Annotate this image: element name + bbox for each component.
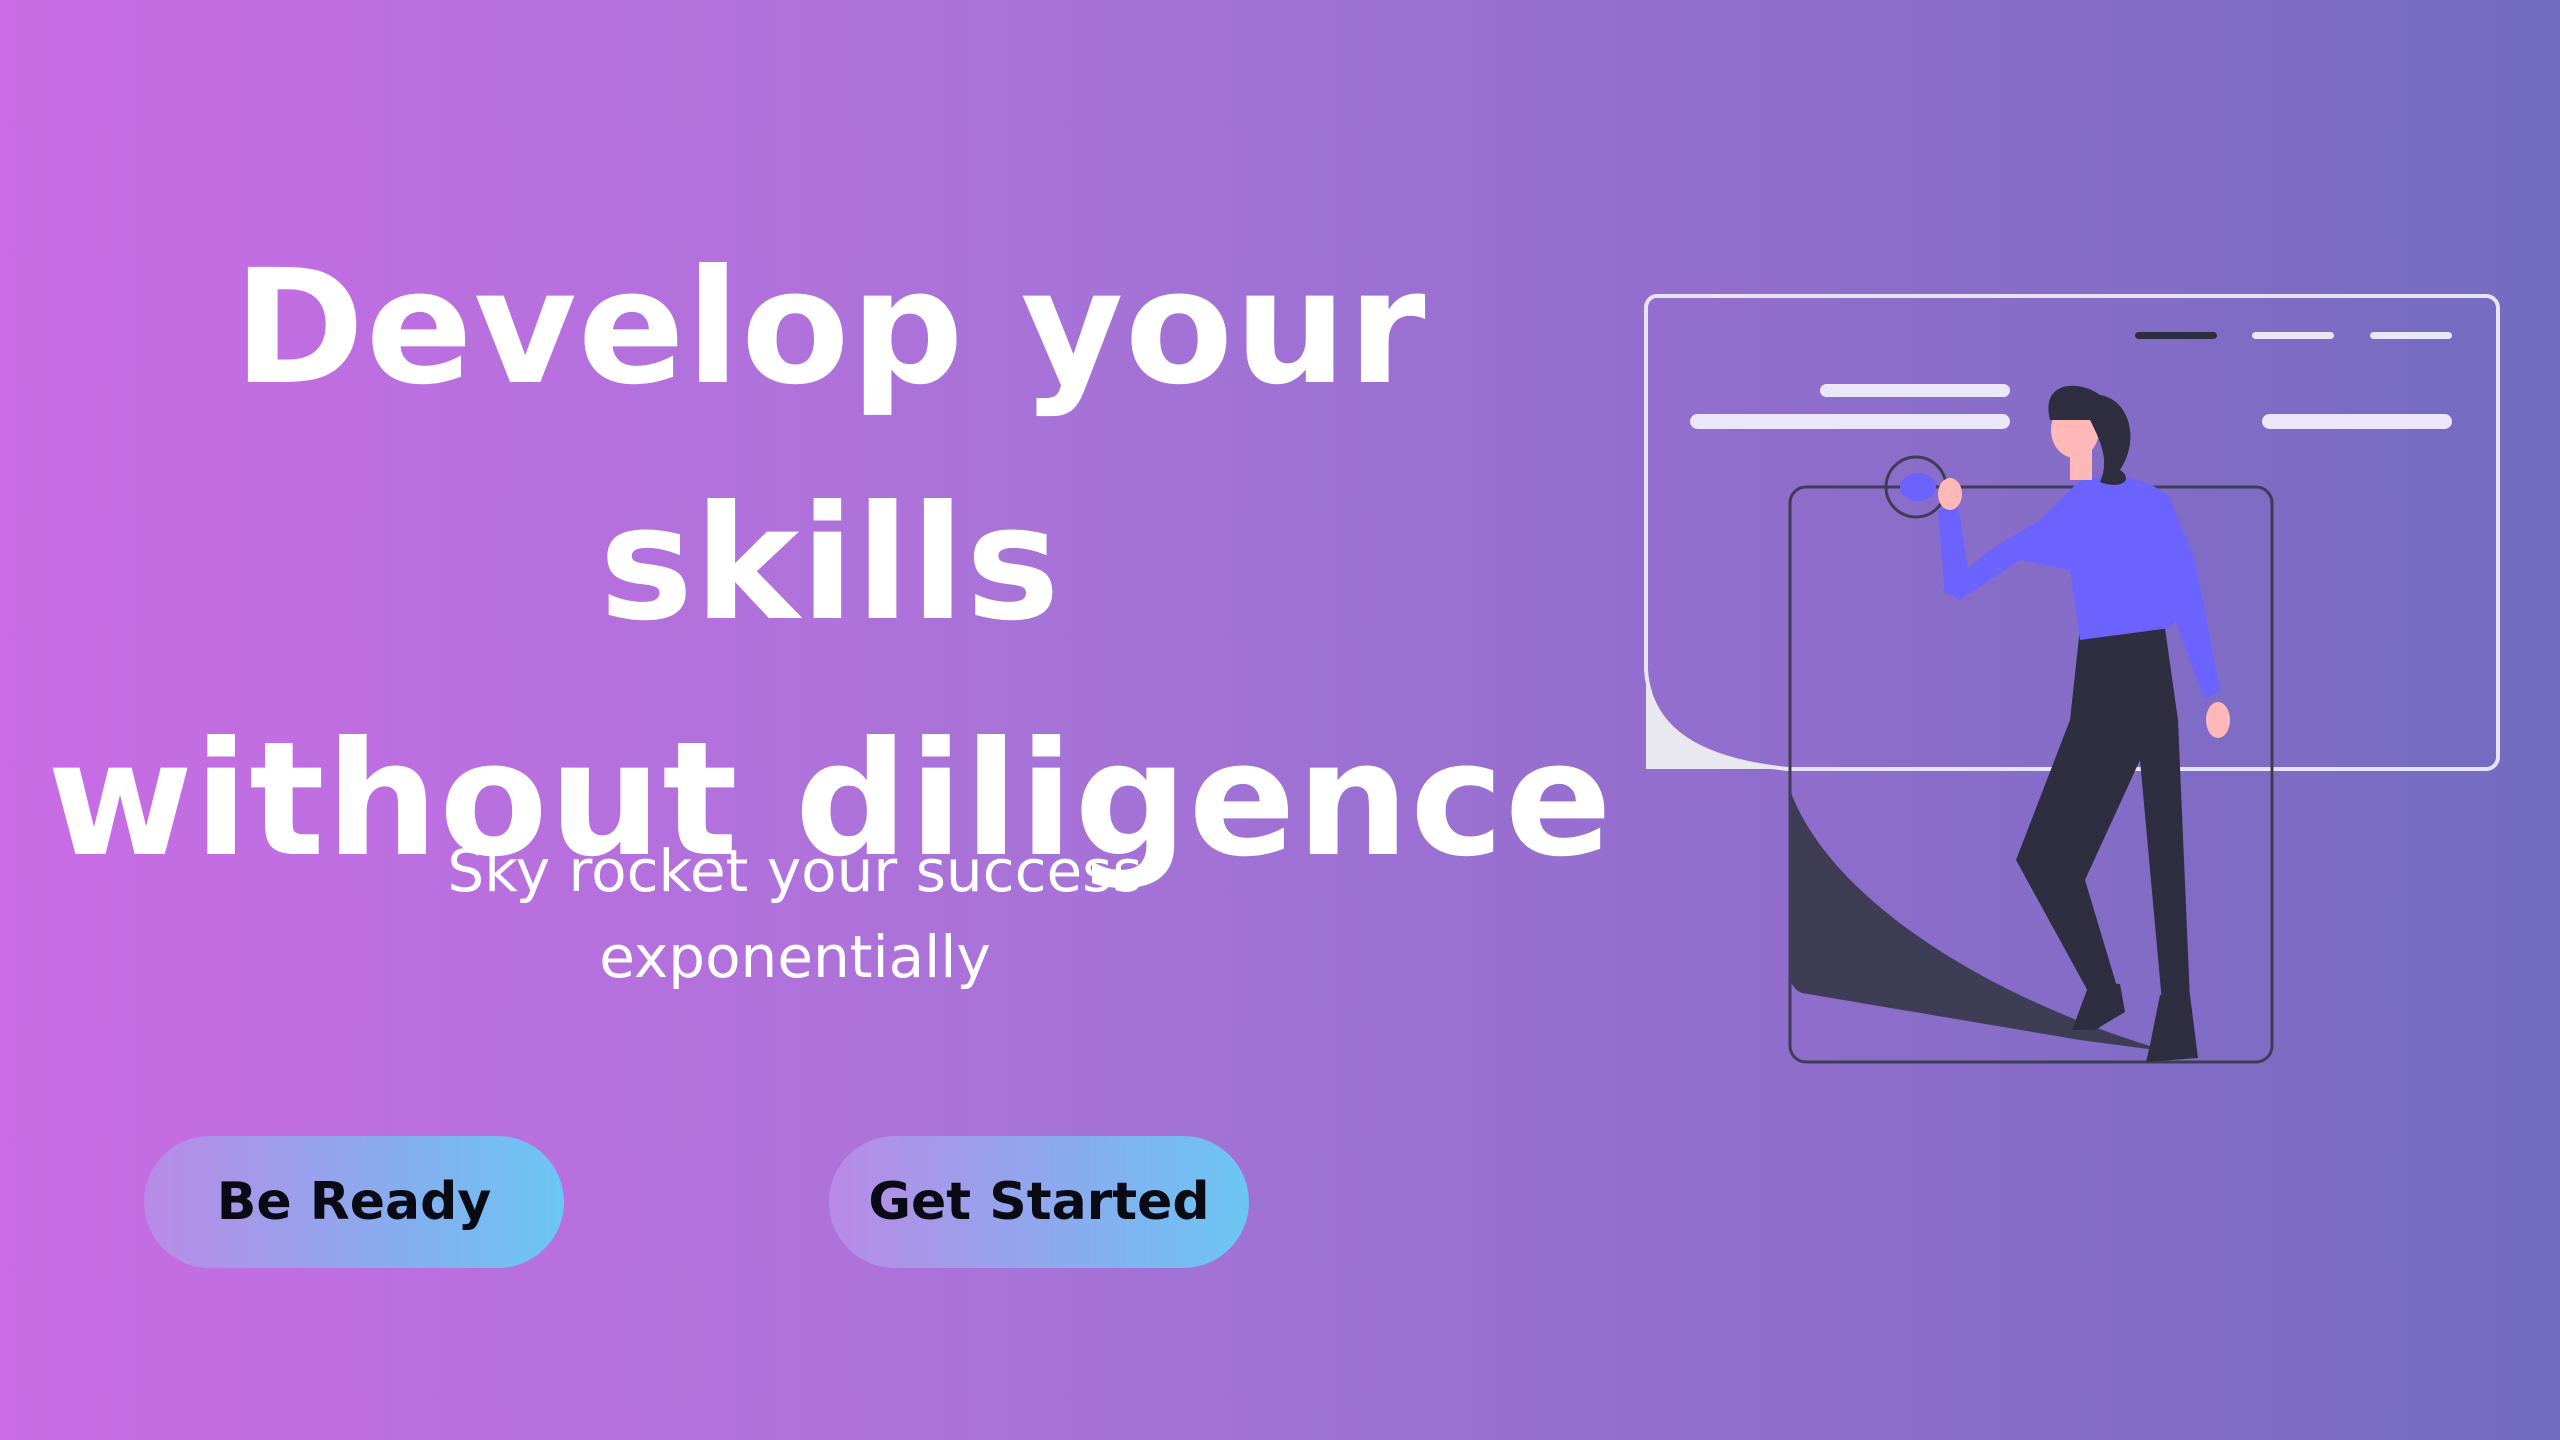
hero-subtitle: Sky rocket your success exponentially — [360, 828, 1230, 1000]
woman-pointing-at-screen-illustration — [1644, 294, 2500, 1064]
front-panel-graphic — [1788, 485, 2274, 1064]
hero-subtitle-line-1: Sky rocket your success — [447, 837, 1143, 905]
hero-subtitle-line-2: exponentially — [599, 923, 991, 991]
hero-title-line-1: Develop your skills — [233, 236, 1427, 656]
be-ready-button[interactable]: Be Ready — [144, 1136, 564, 1268]
hero-title: Develop your skills without diligence — [20, 210, 1640, 918]
get-started-button[interactable]: Get Started — [829, 1136, 1249, 1268]
